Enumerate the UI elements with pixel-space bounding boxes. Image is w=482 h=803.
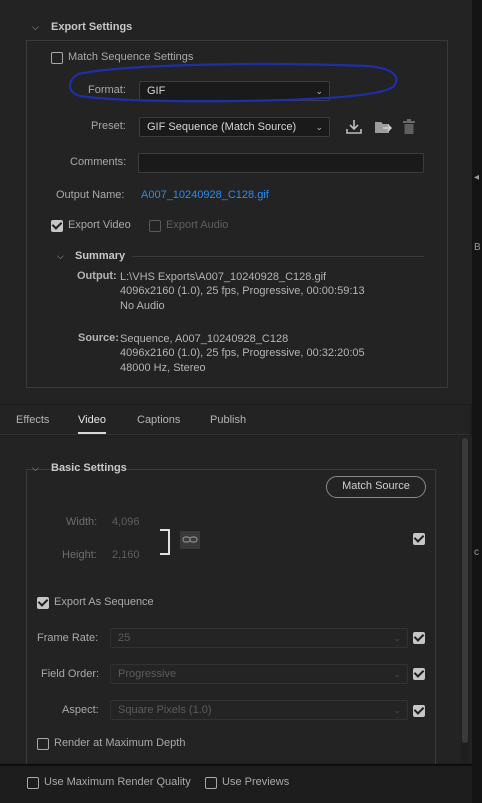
import-preset-icon[interactable] bbox=[373, 118, 393, 136]
summary-output-line: L:\VHS Exports\A007_10240928_C128.gif bbox=[120, 271, 327, 283]
use-previews-label: Use Previews bbox=[222, 776, 290, 788]
tab-video[interactable]: Video bbox=[78, 414, 106, 434]
comments-input[interactable] bbox=[138, 153, 424, 173]
summary-divider bbox=[132, 256, 424, 257]
scrollbar-thumb[interactable] bbox=[462, 438, 468, 743]
chevron-down-icon: ⌄ bbox=[315, 122, 323, 132]
tab-publish[interactable]: Publish bbox=[210, 414, 246, 426]
field-order-label: Field Order: bbox=[41, 668, 100, 680]
link-constrain-icon[interactable] bbox=[180, 531, 200, 549]
summary-output-block: L:\VHS Exports\A007_10240928_C128.gif 40… bbox=[120, 270, 365, 313]
override-frame-rate-checkbox[interactable] bbox=[413, 632, 425, 644]
height-value[interactable]: 2,160 bbox=[112, 549, 140, 561]
output-name-link[interactable]: A007_10240928_C128.gif bbox=[141, 189, 269, 201]
summary-output-label: Output: bbox=[77, 270, 117, 282]
tab-captions[interactable]: Captions bbox=[137, 414, 180, 426]
export-as-sequence-checkbox[interactable] bbox=[37, 597, 49, 609]
width-value[interactable]: 4,096 bbox=[112, 516, 140, 528]
field-order-value: Progressive bbox=[118, 668, 177, 680]
override-field-order-checkbox[interactable] bbox=[413, 668, 425, 680]
preset-dropdown[interactable]: GIF Sequence (Match Source) ⌄ bbox=[139, 117, 330, 137]
right-edge-glyph: B bbox=[474, 242, 481, 253]
save-preset-icon[interactable] bbox=[345, 118, 363, 136]
preset-label: Preset: bbox=[91, 120, 126, 132]
use-previews-checkbox[interactable] bbox=[205, 777, 217, 789]
height-label: Height: bbox=[62, 549, 97, 561]
match-sequence-checkbox[interactable] bbox=[51, 52, 63, 64]
summary-source-block: Sequence, A007_10240928_C128 4096x2160 (… bbox=[120, 332, 365, 375]
preset-value: GIF Sequence (Match Source) bbox=[147, 121, 297, 133]
export-video-checkbox[interactable] bbox=[51, 220, 63, 232]
width-label: Width: bbox=[66, 516, 98, 528]
max-render-quality-label: Use Maximum Render Quality bbox=[44, 776, 191, 788]
render-max-depth-checkbox[interactable] bbox=[37, 738, 49, 750]
tab-bar: Effects Video Captions Publish bbox=[0, 405, 470, 435]
render-max-depth-label: Render at Maximum Depth bbox=[54, 737, 186, 749]
max-render-quality-checkbox[interactable] bbox=[27, 777, 39, 789]
output-name-label: Output Name: bbox=[56, 189, 125, 201]
aspect-dropdown[interactable]: Square Pixels (1.0) ⌄ bbox=[110, 700, 408, 720]
match-source-button[interactable]: Match Source bbox=[326, 476, 426, 498]
frame-rate-dropdown[interactable]: 25 ⌄ bbox=[110, 628, 408, 648]
basic-settings-group bbox=[26, 469, 436, 769]
export-video-label: Export Video bbox=[68, 219, 131, 231]
chevron-down-icon: ⌄ bbox=[393, 669, 401, 679]
export-as-sequence-label: Export As Sequence bbox=[54, 596, 154, 608]
summary-chevron-icon[interactable]: ⌵ bbox=[57, 251, 64, 262]
tab-effects[interactable]: Effects bbox=[16, 414, 49, 426]
basic-settings-title: Basic Settings bbox=[51, 462, 127, 474]
summary-source-line: Sequence, A007_10240928_C128 bbox=[120, 333, 289, 345]
summary-source-label: Source: bbox=[78, 332, 119, 344]
frame-rate-label: Frame Rate: bbox=[37, 632, 99, 644]
aspect-label: Aspect: bbox=[62, 704, 99, 716]
right-edge-strip: ◂ B c bbox=[472, 0, 482, 803]
aspect-value: Square Pixels (1.0) bbox=[118, 704, 212, 716]
dimension-bracket bbox=[160, 529, 170, 555]
collapse-chevron-icon[interactable]: ⌵ bbox=[32, 463, 39, 474]
right-edge-glyph: c bbox=[474, 547, 479, 558]
override-aspect-checkbox[interactable] bbox=[413, 705, 425, 717]
chevron-down-icon: ⌄ bbox=[393, 705, 401, 715]
collapse-chevron-icon[interactable]: ⌵ bbox=[32, 22, 39, 33]
comments-label: Comments: bbox=[70, 156, 127, 168]
summary-output-line: 4096x2160 (1.0), 25 fps, Progressive, 00… bbox=[120, 285, 365, 298]
delete-preset-icon[interactable] bbox=[401, 118, 417, 136]
summary-title: Summary bbox=[75, 250, 126, 262]
chevron-down-icon: ⌄ bbox=[393, 633, 401, 643]
summary-source-line: 4096x2160 (1.0), 25 fps, Progressive, 00… bbox=[120, 347, 365, 360]
field-order-dropdown[interactable]: Progressive ⌄ bbox=[110, 664, 408, 684]
annotation-ellipse bbox=[68, 62, 398, 103]
frame-rate-value: 25 bbox=[118, 632, 131, 644]
override-size-checkbox[interactable] bbox=[413, 533, 425, 545]
right-edge-glyph: ◂ bbox=[474, 172, 480, 183]
summary-source-line: 48000 Hz, Stereo bbox=[120, 361, 206, 374]
export-audio-label: Export Audio bbox=[166, 219, 229, 231]
summary-output-line: No Audio bbox=[120, 299, 165, 312]
export-settings-title: Export Settings bbox=[51, 21, 133, 33]
export-audio-checkbox[interactable] bbox=[149, 220, 161, 232]
